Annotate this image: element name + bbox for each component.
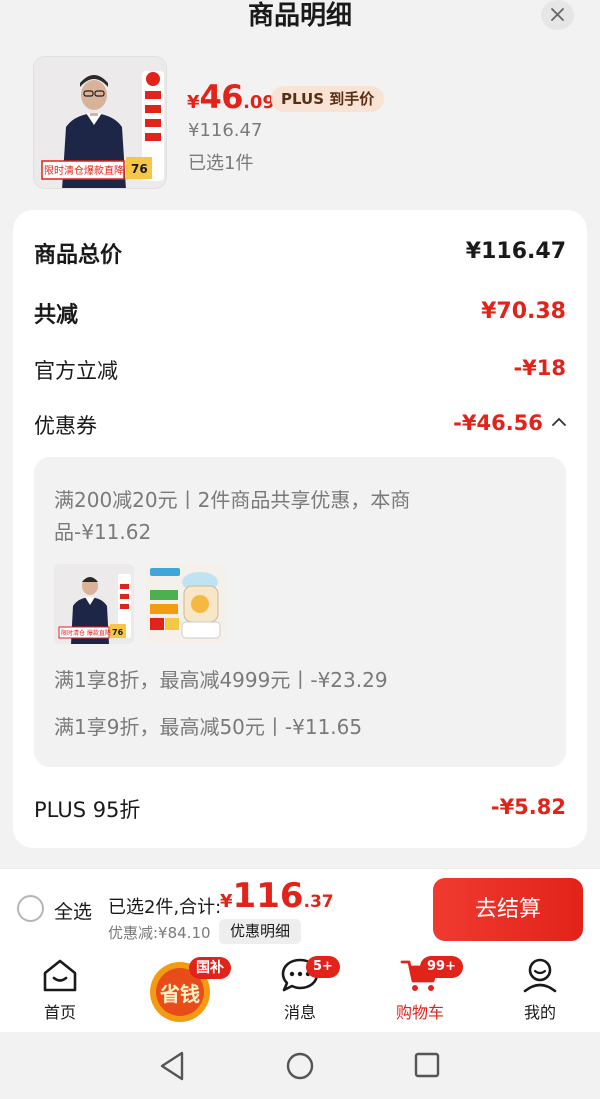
official-discount-label: 官方立减 bbox=[34, 359, 118, 383]
total-price-value: ¥116.47 bbox=[465, 239, 566, 264]
total-amount: ¥116.37 bbox=[220, 876, 334, 916]
plus-price-badge: PLUS 到手价 bbox=[271, 86, 385, 112]
coupon-toggle[interactable]: -¥46.56 bbox=[380, 411, 566, 435]
total-price-label: 商品总价 bbox=[34, 243, 123, 268]
price-currency: ¥ bbox=[187, 92, 200, 113]
cart-badge: 99+ bbox=[420, 956, 463, 978]
select-all-label[interactable]: 全选 bbox=[54, 897, 92, 924]
svg-text:限时清仓 爆款直降: 限时清仓 爆款直降 bbox=[61, 629, 111, 637]
system-navigation-bar bbox=[0, 1032, 600, 1099]
svg-text:限时清仓: 限时清仓 bbox=[44, 164, 84, 177]
select-all-checkbox[interactable] bbox=[17, 895, 44, 922]
checkout-button[interactable]: 去结算 bbox=[433, 878, 583, 941]
product-price: ¥46.09 bbox=[187, 78, 275, 118]
total-reduce-label: 共减 bbox=[34, 303, 79, 328]
svg-text:76: 76 bbox=[112, 628, 124, 637]
home-icon bbox=[43, 959, 77, 992]
messages-badge: 5+ bbox=[306, 956, 340, 978]
coupon-label: 优惠券 bbox=[34, 414, 97, 438]
price-integer: 46 bbox=[199, 78, 244, 116]
svg-text:爆款直降: 爆款直降 bbox=[84, 164, 124, 177]
selected-count: 已选1件 bbox=[188, 153, 254, 174]
svg-text:76: 76 bbox=[131, 162, 148, 176]
tab-home[interactable]: 首页 bbox=[20, 957, 100, 1023]
price-decimal: .09 bbox=[243, 92, 275, 113]
original-price: ¥116.47 bbox=[188, 120, 263, 141]
coupon-product-thumb-1: 76 限时清仓 爆款直降 bbox=[54, 564, 134, 644]
subsidy-badge: 国补 bbox=[189, 957, 231, 979]
coupon-product-thumb-2 bbox=[146, 564, 226, 644]
discount-amount: 优惠减:¥84.10 bbox=[108, 924, 211, 942]
coupon-rule-80-off: 满1享8折，最高减4999元丨-¥23.29 bbox=[54, 668, 388, 692]
coupon-rule-shared: 满200减20元丨2件商品共享优惠，本商 品-¥11.62 bbox=[54, 488, 411, 544]
close-icon bbox=[551, 8, 564, 21]
total-reduce-value: ¥70.38 bbox=[481, 299, 566, 324]
discount-detail-button[interactable]: 优惠明细 bbox=[219, 919, 302, 944]
plus-discount-label: PLUS 95折 bbox=[34, 798, 141, 822]
coupon-value: -¥46.56 bbox=[453, 411, 543, 435]
official-discount-value: -¥18 bbox=[513, 356, 566, 380]
product-thumbnail[interactable]: 限时清仓 爆款直降 76 bbox=[33, 56, 167, 189]
chevron-up-icon bbox=[552, 417, 566, 426]
profile-icon bbox=[523, 958, 557, 993]
recent-apps-icon[interactable] bbox=[414, 1052, 440, 1078]
back-icon[interactable] bbox=[158, 1050, 186, 1082]
close-button[interactable] bbox=[541, 0, 574, 30]
coupon-rule-90-off: 满1享9折，最高减50元丨-¥11.65 bbox=[54, 715, 363, 739]
plus-discount-value: -¥5.82 bbox=[490, 795, 566, 819]
total-selected-label: 已选2件,合计: bbox=[108, 897, 222, 918]
home-circle-icon[interactable] bbox=[286, 1052, 314, 1080]
page-title: 商品明细 bbox=[247, 1, 352, 31]
tab-mine[interactable]: 我的 bbox=[500, 957, 580, 1023]
